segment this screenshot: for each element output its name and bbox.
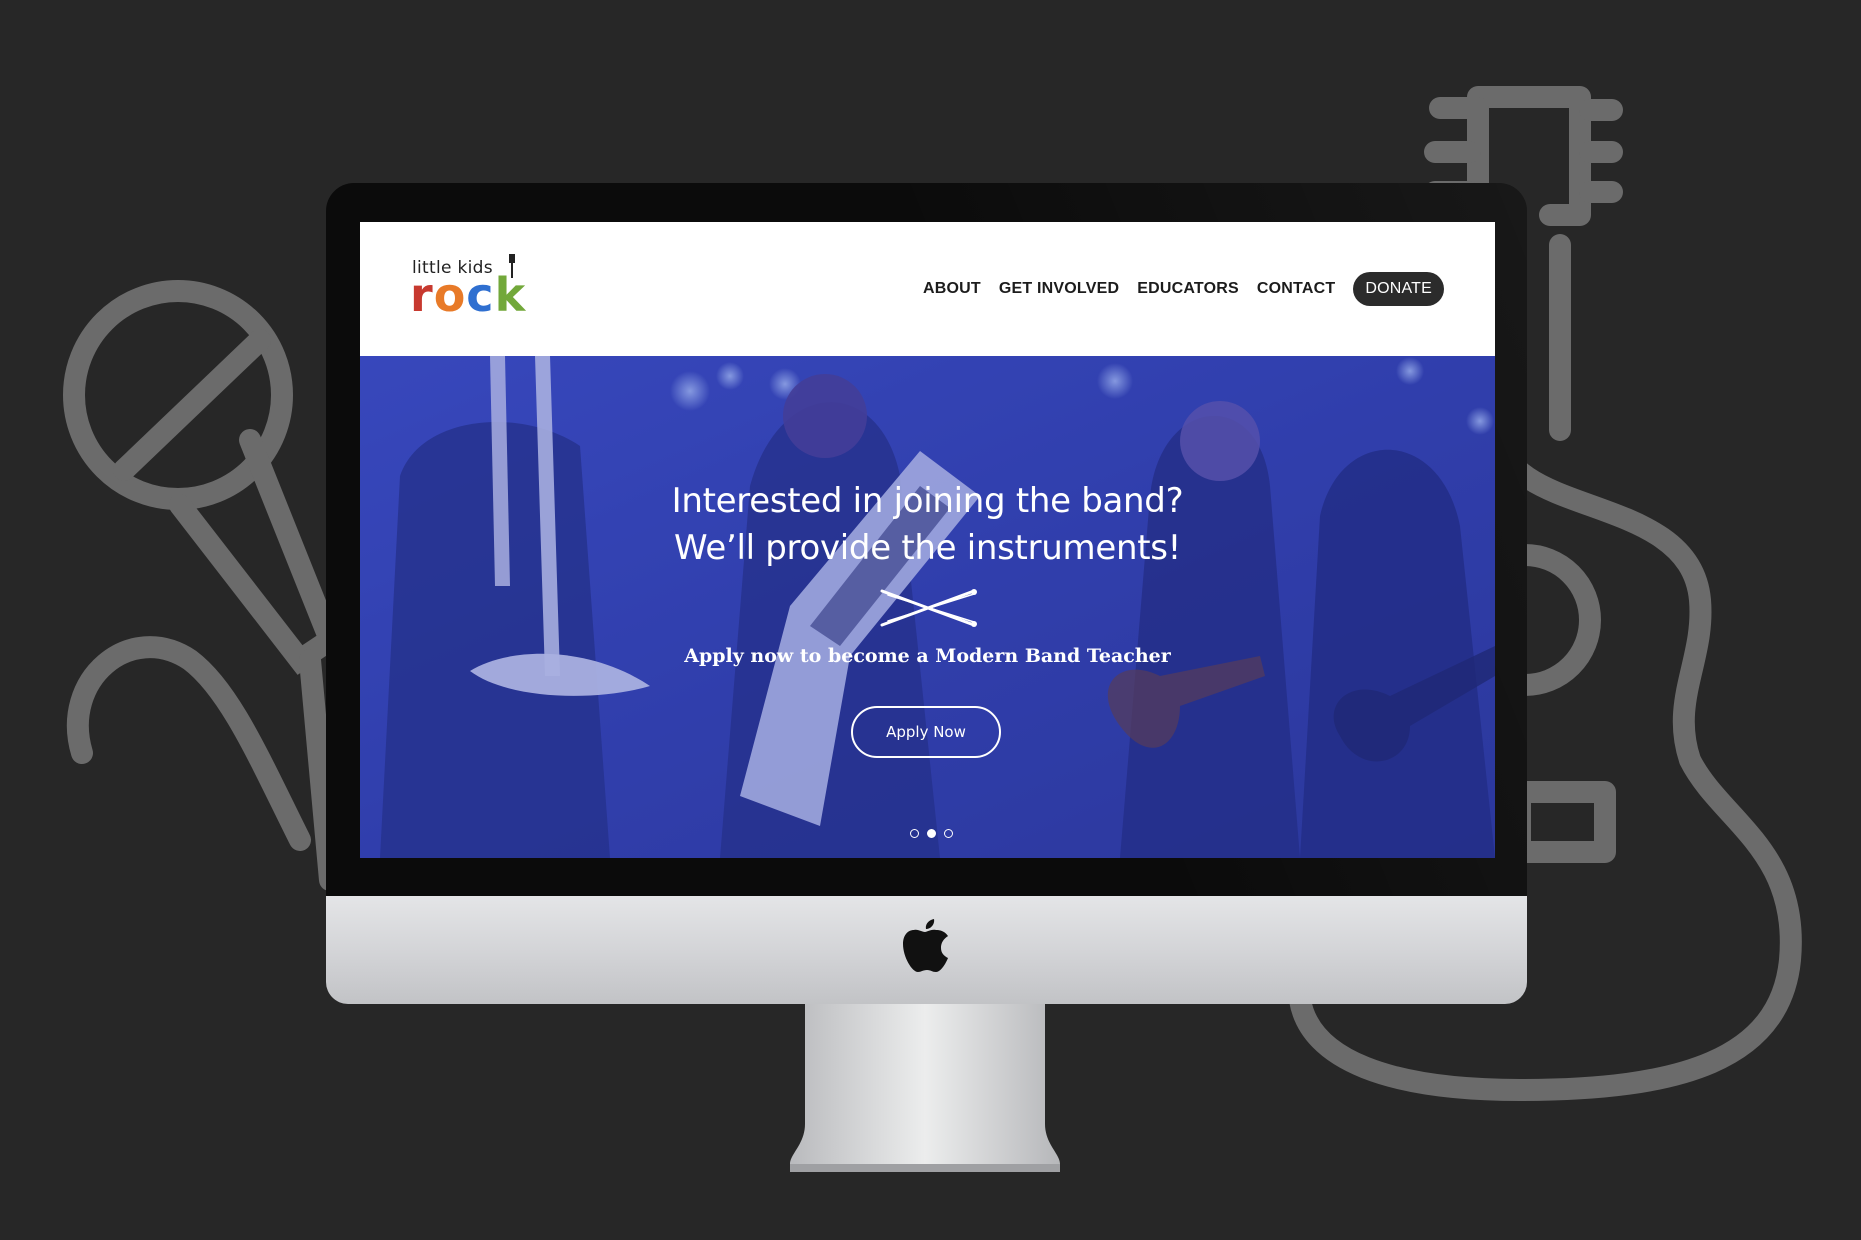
logo-letter-k: k: [494, 268, 527, 322]
logo-letter-c: c: [466, 268, 495, 322]
slide-dot-1[interactable]: [910, 829, 919, 838]
drumsticks-icon: [880, 589, 977, 627]
nav-educators[interactable]: EDUCATORS: [1137, 280, 1239, 298]
imac-stand: [790, 1004, 1060, 1172]
slide-dot-2[interactable]: [927, 829, 936, 838]
hero-slider: Interested in joining the band? We’ll pr…: [360, 356, 1495, 858]
site-logo[interactable]: little kids rock: [410, 254, 542, 324]
nav-get-involved[interactable]: GET INVOLVED: [999, 280, 1119, 298]
slide-dot-3[interactable]: [944, 829, 953, 838]
apply-now-button[interactable]: Apply Now: [851, 706, 1001, 758]
site-header: little kids rock ABOUT GET INVOLVED EDUC…: [360, 222, 1495, 356]
hero-subtitle: Apply now to become a Modern Band Teache…: [684, 645, 1171, 667]
nav-contact[interactable]: CONTACT: [1257, 280, 1335, 298]
hero-title-line-1: Interested in joining the band?: [671, 481, 1184, 521]
apple-logo-icon: [903, 919, 948, 972]
hero-title: Interested in joining the band? We’ll pr…: [360, 478, 1495, 572]
microphone-icon: [63, 280, 344, 891]
website-screen: little kids rock ABOUT GET INVOLVED EDUC…: [360, 222, 1495, 858]
slider-dots: [910, 829, 953, 838]
hero-title-line-2: We’ll provide the instruments!: [674, 528, 1181, 568]
main-nav: ABOUT GET INVOLVED EDUCATORS CONTACT DON…: [923, 272, 1444, 306]
nav-about[interactable]: ABOUT: [923, 280, 981, 298]
logo-wordmark: rock: [410, 272, 526, 318]
logo-letter-r: r: [410, 268, 434, 322]
donate-button[interactable]: DONATE: [1353, 272, 1444, 306]
logo-letter-o: o: [433, 268, 467, 322]
